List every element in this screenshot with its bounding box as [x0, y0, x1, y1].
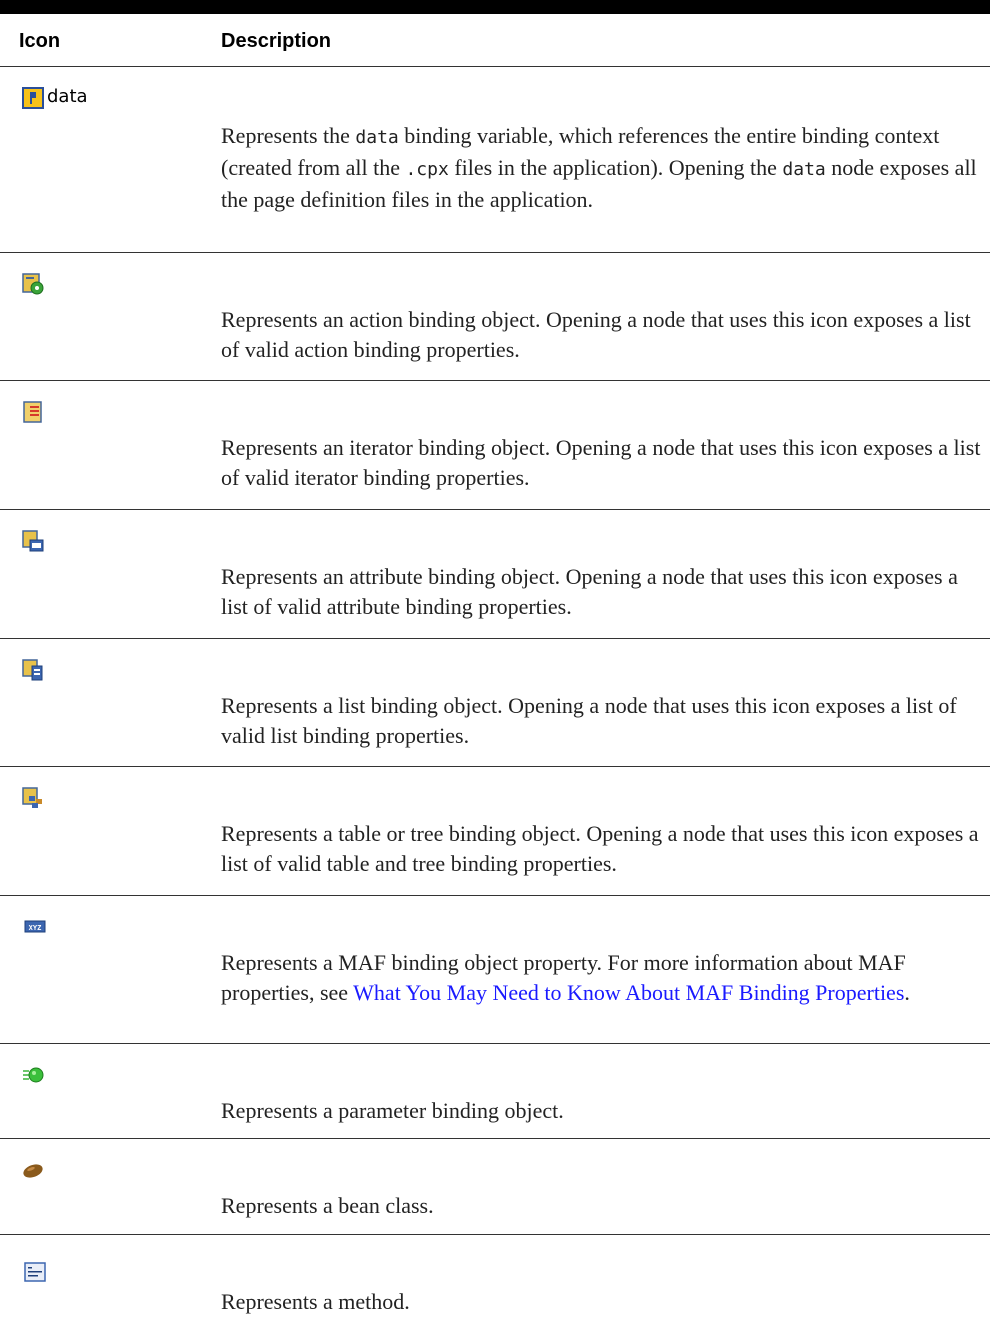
code-cpx: .cpx [405, 159, 449, 180]
table-row: XYZ Represents a MAF binding object prop… [0, 896, 990, 1044]
row-description: Represents a method. [221, 1289, 410, 1314]
table-row: Represents a list binding object. Openin… [0, 639, 990, 767]
row-description: Represents a bean class. [221, 1193, 434, 1218]
maf-property-icon: XYZ [24, 920, 46, 933]
list-binding-icon [22, 659, 43, 681]
table-row: Represents a table or tree binding objec… [0, 767, 990, 896]
row-description: Represents a list binding object. Openin… [221, 693, 957, 748]
parameter-binding-icon [23, 1067, 44, 1083]
table-row: Represents a parameter binding object. [0, 1044, 990, 1139]
code-data: data [782, 159, 826, 180]
row-description: Represents a MAF binding object property… [221, 950, 910, 1005]
header-icon-column: Icon [19, 30, 61, 52]
bean-class-icon [23, 1164, 43, 1178]
action-binding-icon [22, 273, 44, 295]
table-row: Represents an iterator binding object. O… [0, 381, 990, 510]
iterator-binding-icon [23, 401, 42, 423]
attribute-binding-icon [22, 530, 44, 552]
code-data: data [355, 127, 399, 148]
row-description: Represents an iterator binding object. O… [221, 435, 981, 490]
method-icon [24, 1262, 46, 1282]
row-description: Represents an attribute binding object. … [221, 564, 958, 619]
table-row: Represents a bean class. [0, 1139, 990, 1235]
table-tree-binding-icon [22, 787, 42, 808]
row-description: Represents a parameter binding object. [221, 1098, 564, 1123]
table-row: data Represents the data binding variabl… [0, 67, 990, 253]
row-description: Represents the data binding variable, wh… [221, 123, 977, 212]
row-description: Represents an action binding object. Ope… [221, 307, 971, 362]
header-description-column: Description [221, 30, 332, 52]
data-icon-label: data [47, 86, 88, 107]
svg-text:XYZ: XYZ [29, 924, 42, 932]
table-row: Represents an action binding object. Ope… [0, 253, 990, 381]
table-row: Represents a method. [0, 1235, 990, 1331]
data-binding-variable-icon [22, 87, 44, 109]
maf-binding-properties-link[interactable]: What You May Need to Know About MAF Bind… [353, 980, 904, 1005]
row-description: Represents a table or tree binding objec… [221, 821, 979, 876]
table-row: Represents an attribute binding object. … [0, 510, 990, 639]
top-rule [0, 0, 990, 14]
table-header: Icon Description [0, 14, 990, 67]
